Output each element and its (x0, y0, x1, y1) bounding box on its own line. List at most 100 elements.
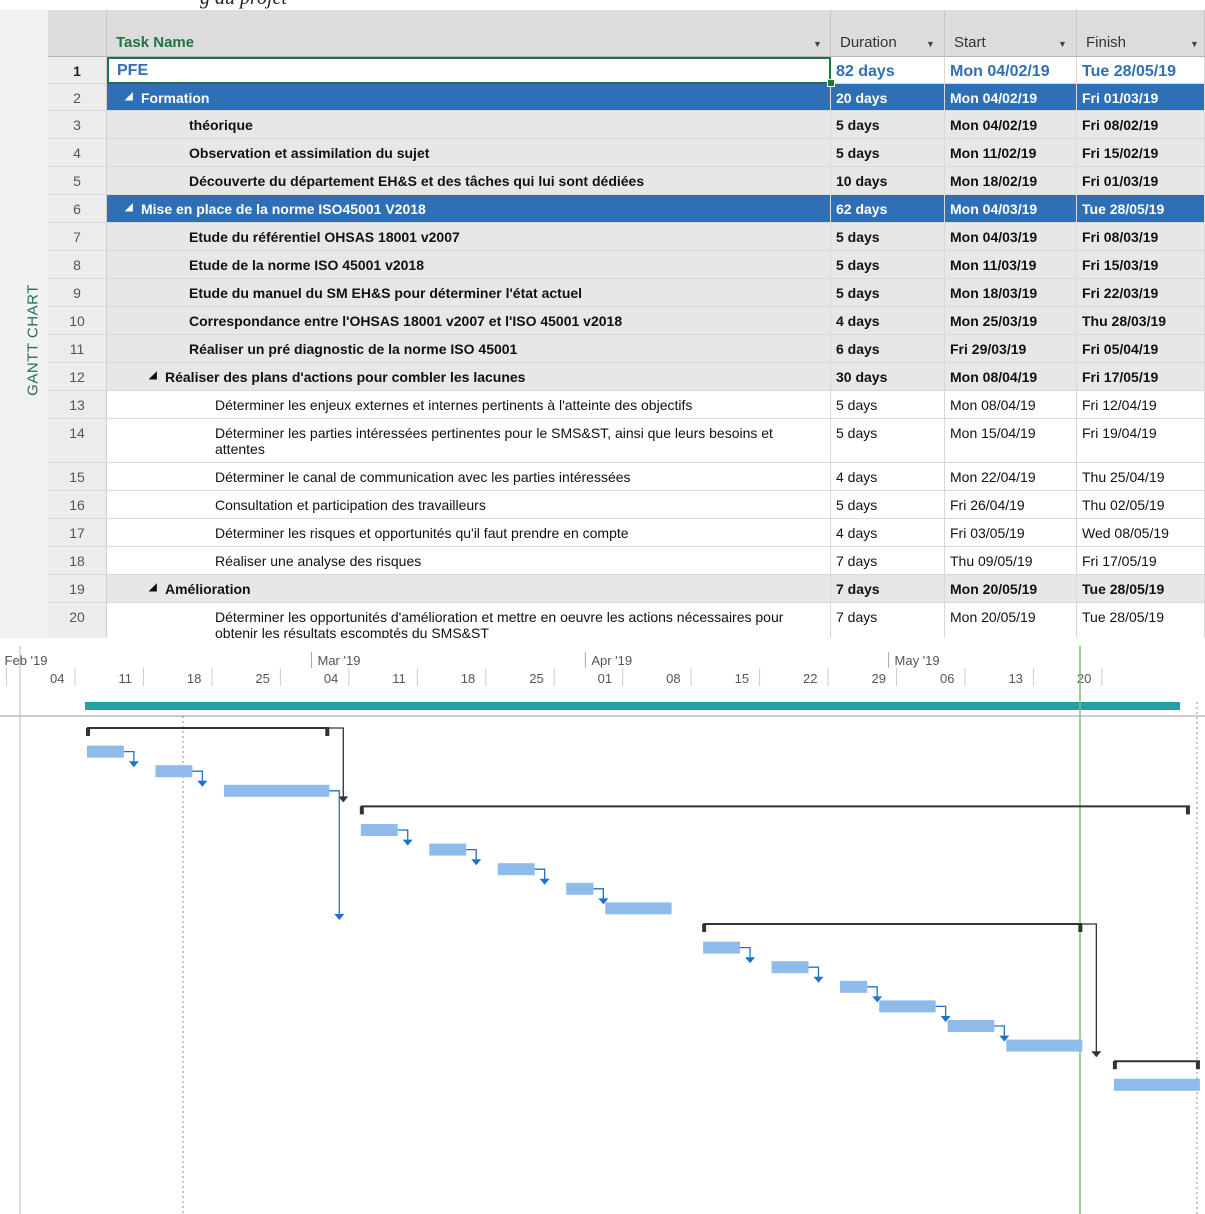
dependency-arrow-icon[interactable] (402, 839, 413, 846)
start-date-cell[interactable]: Mon 04/03/19 (945, 195, 1077, 222)
finish-date-cell[interactable]: Thu 25/04/19 (1077, 463, 1205, 490)
finish-filter-arrow-icon[interactable]: ▼ (1190, 39, 1199, 49)
row-number[interactable]: 1 (48, 57, 107, 83)
row-number[interactable]: 16 (48, 491, 107, 518)
table-row[interactable]: 16 Consultation et participation des trav… (48, 491, 1205, 519)
task-bar[interactable] (155, 765, 193, 778)
table-row[interactable]: 19 ◢ Amélioration 7 days Mon 20/05/19 Tue 28/… (48, 575, 1205, 603)
start-date-cell[interactable]: Fri 29/03/19 (945, 335, 1077, 362)
table-row[interactable]: 3 théorique 5 days Mon 04/02/19 Fri 08/02/19 (48, 111, 1205, 139)
task-bar[interactable] (947, 1020, 995, 1032)
table-row[interactable]: 20 Déterminer les opportunités d'améliora… (48, 603, 1205, 638)
task-name-cell[interactable]: Observation et assimilation du sujet (107, 139, 831, 166)
table-row[interactable]: 6 ◢ Mise en place de la norme ISO45001 V20… (48, 195, 1205, 223)
table-row[interactable]: 8 Etude de la norme ISO 45001 v2018 5 days… (48, 251, 1205, 279)
task-name-cell[interactable]: Réaliser une analyse des risques (107, 547, 831, 574)
gantt-timeline[interactable]: Feb '19Mar '19Apr '19May '19280411182504… (0, 646, 1205, 1214)
summary-bar-end-cap[interactable] (1185, 806, 1190, 815)
task-name-cell[interactable]: Etude de la norme ISO 45001 v2018 (107, 251, 831, 278)
duration-filter-arrow-icon[interactable]: ▼ (926, 39, 935, 49)
duration-cell[interactable]: 7 days (831, 603, 945, 638)
row-number[interactable]: 10 (48, 307, 107, 334)
task-bar[interactable] (497, 863, 535, 876)
duration-column-header[interactable]: Duration ▼ (831, 10, 945, 57)
finish-date-cell[interactable]: Fri 22/03/19 (1077, 279, 1205, 306)
task-bar[interactable] (360, 824, 398, 836)
duration-cell[interactable]: 5 days (831, 139, 945, 166)
task-name-cell[interactable]: théorique (107, 111, 831, 138)
summary-bar-start-cap[interactable] (1112, 1061, 1117, 1070)
start-date-cell[interactable]: Mon 04/02/19 (945, 84, 1077, 110)
task-name-cell[interactable]: ◢ Formation (107, 84, 831, 110)
duration-cell[interactable]: 4 days (831, 519, 945, 546)
task-name-cell[interactable]: ◢ Réaliser des plans d'actions pour combl… (107, 363, 831, 390)
start-date-cell[interactable]: Fri 26/04/19 (945, 491, 1077, 518)
dependency-arrow-icon[interactable] (813, 976, 824, 983)
start-date-cell[interactable]: Mon 11/03/19 (945, 251, 1077, 278)
collapse-triangle-icon[interactable]: ◢ (149, 582, 157, 593)
row-number[interactable]: 4 (48, 139, 107, 166)
duration-cell[interactable]: 5 days (831, 111, 945, 138)
row-number[interactable]: 8 (48, 251, 107, 278)
table-row[interactable]: 11 Réaliser un pré diagnostic de la norme… (48, 335, 1205, 363)
duration-cell[interactable]: 5 days (831, 491, 945, 518)
start-date-cell[interactable]: Mon 04/02/19 (945, 111, 1077, 138)
task-name-cell[interactable]: Etude du référentiel OHSAS 18001 v2007 (107, 223, 831, 250)
task-name-cell[interactable]: Découverte du département EH&S et des tâ… (107, 167, 831, 194)
view-bar[interactable]: GANTT CHART (0, 10, 48, 638)
row-number[interactable]: 3 (48, 111, 107, 138)
duration-cell[interactable]: 10 days (831, 167, 945, 194)
task-bar[interactable] (605, 902, 672, 915)
duration-cell[interactable]: 30 days (831, 363, 945, 390)
row-number[interactable]: 20 (48, 603, 107, 638)
task-bar[interactable] (1113, 1078, 1200, 1091)
summary-bar-end-cap[interactable] (1078, 924, 1083, 932)
table-row[interactable]: 15 Déterminer le canal de communication a… (48, 463, 1205, 491)
row-number[interactable]: 14 (48, 419, 107, 462)
row-number[interactable]: 12 (48, 363, 107, 390)
collapse-triangle-icon[interactable]: ◢ (125, 91, 133, 102)
finish-date-cell[interactable]: Fri 19/04/19 (1077, 419, 1205, 462)
duration-cell[interactable]: 6 days (831, 335, 945, 362)
finish-date-cell[interactable]: Tue 28/05/19 (1077, 195, 1205, 222)
task-name-cell[interactable]: Etude du manuel du SM EH&S pour détermin… (107, 279, 831, 306)
task-bar[interactable] (703, 941, 741, 954)
duration-cell[interactable]: 7 days (831, 547, 945, 574)
start-date-cell[interactable]: Mon 15/04/19 (945, 419, 1077, 462)
dependency-arrow-icon[interactable] (539, 878, 550, 885)
duration-cell[interactable]: 5 days (831, 251, 945, 278)
task-bar[interactable] (566, 882, 594, 895)
task-name-cell[interactable]: Déterminer les parties intéressées perti… (107, 419, 831, 462)
duration-cell[interactable]: 7 days (831, 575, 945, 602)
table-row[interactable]: 7 Etude du référentiel OHSAS 18001 v2007 5… (48, 223, 1205, 251)
start-date-cell[interactable]: Mon 20/05/19 (945, 575, 1077, 602)
row-number[interactable]: 6 (48, 195, 107, 222)
summary-bar-end-cap[interactable] (325, 728, 330, 736)
row-number[interactable]: 9 (48, 279, 107, 306)
finish-date-cell[interactable]: Fri 17/05/19 (1077, 363, 1205, 390)
project-summary-bar[interactable] (85, 702, 1181, 710)
start-filter-arrow-icon[interactable]: ▼ (1058, 39, 1067, 49)
dependency-link[interactable] (329, 790, 340, 916)
table-row[interactable]: 10 Correspondance entre l'OHSAS 18001 v20… (48, 307, 1205, 335)
row-number[interactable]: 5 (48, 167, 107, 194)
task-bar[interactable] (429, 843, 467, 856)
finish-date-cell[interactable]: Fri 12/04/19 (1077, 391, 1205, 418)
task-bar[interactable] (840, 980, 868, 993)
finish-date-cell[interactable]: Fri 01/03/19 (1077, 167, 1205, 194)
finish-date-cell[interactable]: Tue 28/05/19 (1077, 575, 1205, 602)
finish-date-cell[interactable]: Fri 15/02/19 (1077, 139, 1205, 166)
dependency-link[interactable] (329, 727, 344, 799)
finish-date-cell[interactable]: Fri 15/03/19 (1077, 251, 1205, 278)
dependency-arrow-icon[interactable] (197, 780, 208, 787)
start-date-cell[interactable]: Mon 04/03/19 (945, 223, 1077, 250)
finish-date-cell[interactable]: Fri 08/03/19 (1077, 223, 1205, 250)
task-name-cell[interactable]: Consultation et participation des travai… (107, 491, 831, 518)
finish-date-cell[interactable]: Fri 05/04/19 (1077, 335, 1205, 362)
finish-column-header[interactable]: Finish ▼ (1077, 10, 1205, 57)
task-bar[interactable] (879, 1000, 936, 1013)
table-row[interactable]: 14 Déterminer les parties intéressées per… (48, 419, 1205, 463)
duration-cell[interactable]: 5 days (831, 279, 945, 306)
fill-handle[interactable] (827, 79, 835, 87)
row-number[interactable]: 2 (48, 84, 107, 110)
